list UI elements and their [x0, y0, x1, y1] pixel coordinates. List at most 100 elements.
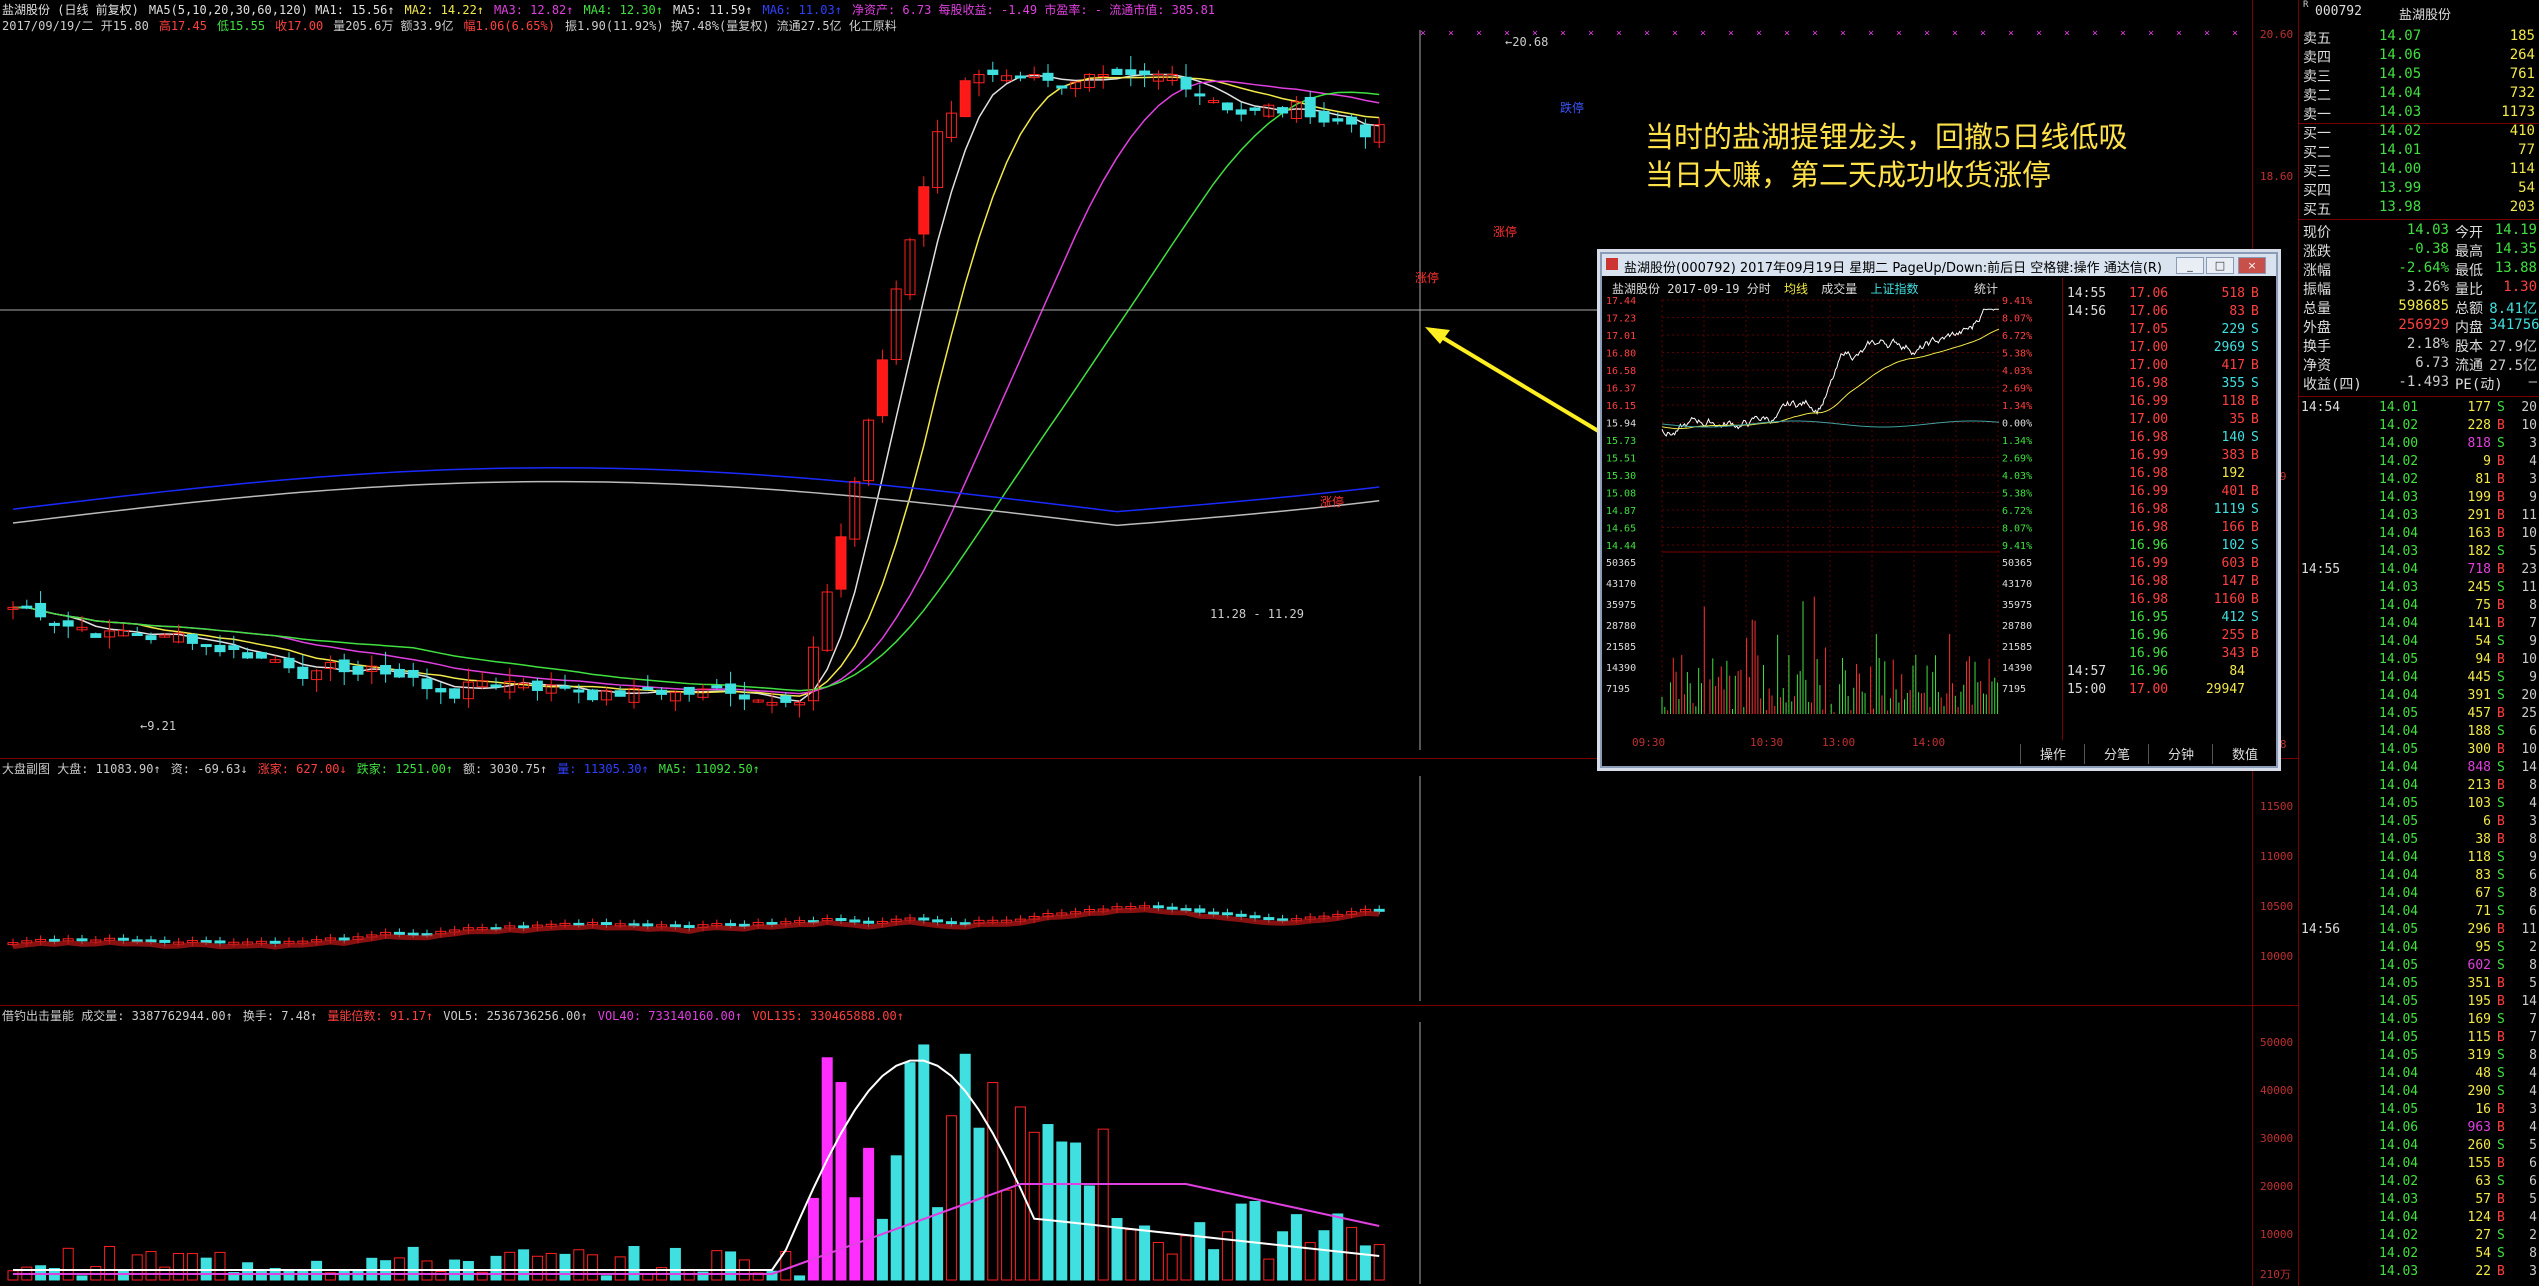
- index-field-1: 资: -69.63↓: [170, 762, 248, 776]
- trade-price: 14.04: [2379, 1210, 2419, 1225]
- tick-time: 15:00: [2067, 682, 2107, 697]
- candle: [1194, 93, 1206, 97]
- popup-left-tick: 15.73: [1606, 436, 1636, 447]
- volume-tick: 20000: [2260, 1180, 2293, 1193]
- candle: [186, 634, 198, 644]
- level-price: 13.98: [2379, 199, 2422, 215]
- trade-row: 14.06 963 B 4: [2299, 1120, 2539, 1138]
- trade-volume: 296: [2467, 922, 2491, 937]
- tick-side: S: [2251, 430, 2259, 445]
- tick-volume: 29947: [2205, 682, 2245, 697]
- candle: [987, 69, 999, 76]
- tick-row: 17.00 35 B: [2063, 412, 2269, 430]
- intraday-chart[interactable]: 17.44 17.23 17.01 16.80 16.58 16.37 16.15 15.94…: [1602, 294, 2062, 754]
- trade-side: B: [2497, 832, 2505, 847]
- candle: [573, 689, 585, 693]
- volume-bar: [131, 1254, 143, 1281]
- trade-price: 14.03: [2379, 544, 2419, 559]
- close-icon[interactable]: ×: [2238, 257, 2266, 274]
- trade-row: 14.05 16 B 3: [2299, 1102, 2539, 1120]
- minimize-icon[interactable]: _: [2176, 257, 2204, 274]
- stat-label: 最高: [2455, 244, 2483, 260]
- tick-list[interactable]: 14:55 17.06 518 B 14:56 17.06 83 B 17.05 229 S 17.0…: [2062, 278, 2273, 740]
- quote-panel: R 000792 盐湖股份 卖五 14.07 185 卖四 14.06 264 卖三 14.0…: [2298, 0, 2539, 1286]
- volume-bar: [932, 1207, 944, 1281]
- trade-row: 14.04 75 B 8: [2299, 598, 2539, 616]
- popup-tab-1[interactable]: 分笔: [2084, 744, 2149, 764]
- volume-tick: 40000: [2260, 1084, 2293, 1097]
- trade-price: 14.04: [2379, 760, 2419, 775]
- trade-side: S: [2497, 850, 2505, 865]
- candle: [918, 186, 930, 235]
- stat-label: 涨幅: [2303, 263, 2331, 279]
- trade-price: 14.04: [2379, 724, 2419, 739]
- index-chart[interactable]: 11500 11000 10500 10000: [0, 776, 2298, 1001]
- popup-titlebar[interactable]: 盐湖股份(000792) 2017年09月19日 星期二 PageUp/Down…: [1602, 254, 2276, 276]
- trade-volume: 155: [2467, 1156, 2491, 1171]
- volume-bar: [393, 1257, 405, 1281]
- tick-price: 16.98: [2129, 574, 2169, 589]
- trade-count: 8: [2529, 778, 2537, 793]
- volume-bar: [545, 1252, 557, 1281]
- level-price: 14.03: [2379, 104, 2422, 120]
- tick-price: 17.05: [2129, 322, 2169, 337]
- trade-row: 14.02 228 B 10: [2299, 418, 2539, 436]
- index-candle: [159, 939, 171, 943]
- volume-chart[interactable]: 50000 40000 30000 20000 10000 210万: [0, 1022, 2298, 1284]
- volume-bar: [1014, 1106, 1026, 1281]
- popup-left-tick: 28780: [1606, 621, 1636, 632]
- level-price: 14.00: [2379, 161, 2422, 177]
- popup-left-tick: 50365: [1606, 558, 1636, 569]
- popup-tab-3[interactable]: 数值: [2212, 744, 2277, 764]
- stat-row: 外盘 256929 内盘 341756: [2299, 317, 2539, 336]
- stat-label: 外盘: [2303, 320, 2331, 336]
- popup-tab-2[interactable]: 分钟: [2148, 744, 2213, 764]
- volume-bar: [890, 1155, 902, 1281]
- trade-count: 8: [2529, 598, 2537, 613]
- trade-row: 14.04 188 S 6: [2299, 724, 2539, 742]
- candle: [1111, 68, 1123, 75]
- trade-count: 7: [2529, 616, 2537, 631]
- trade-side: S: [2497, 400, 2505, 415]
- trade-price: 14.03: [2379, 580, 2419, 595]
- intraday-popup-window[interactable]: 盐湖股份(000792) 2017年09月19日 星期二 PageUp/Down…: [1600, 252, 2278, 768]
- trade-price: 14.02: [2379, 1174, 2419, 1189]
- trade-side: B: [2497, 418, 2505, 433]
- price-tick: 18.60: [2260, 170, 2293, 183]
- trade-side: S: [2497, 940, 2505, 955]
- volume-bar: [490, 1255, 502, 1281]
- trade-price: 14.04: [2379, 868, 2419, 883]
- trade-count: 8: [2529, 1048, 2537, 1063]
- signal-mark: ×: [1560, 30, 1566, 39]
- maximize-icon[interactable]: □: [2206, 257, 2234, 274]
- stat-row: 净资 6.73 流通 27.5亿: [2299, 355, 2539, 374]
- trade-row: 14.04 83 S 6: [2299, 868, 2539, 886]
- index-candle: [145, 939, 157, 943]
- trade-side: S: [2497, 670, 2505, 685]
- trade-row: 14.04 391 S 20: [2299, 688, 2539, 706]
- trade-volume: 177: [2467, 400, 2491, 415]
- trade-volume: 9: [2483, 454, 2491, 469]
- signal-mark: ×: [1448, 30, 1454, 39]
- popup-left-tick: 16.80: [1606, 349, 1636, 360]
- candle: [683, 686, 695, 695]
- tick-side: S: [2251, 502, 2259, 517]
- stat-label: 振幅: [2303, 282, 2331, 298]
- trade-volume: 103: [2467, 796, 2491, 811]
- popup-tab-0[interactable]: 操作: [2020, 744, 2085, 764]
- trade-volume: 602: [2467, 958, 2491, 973]
- trade-row: 14.05 300 B 10: [2299, 742, 2539, 760]
- volume-bar: [1194, 1222, 1206, 1281]
- popup-right-tick: 2.69%: [2002, 454, 2032, 465]
- tick-side: B: [2251, 574, 2259, 589]
- trade-count: 2: [2529, 940, 2537, 955]
- trade-price: 14.04: [2379, 886, 2419, 901]
- candle: [62, 620, 74, 627]
- candle: [490, 684, 502, 688]
- volume-bar: [876, 1218, 888, 1281]
- popup-right-tick: 9.41%: [2002, 296, 2032, 307]
- trade-volume: 95: [2475, 940, 2491, 955]
- level-label: 卖五: [2303, 31, 2331, 47]
- trade-side: B: [2497, 526, 2505, 541]
- tick-side: B: [2251, 556, 2259, 571]
